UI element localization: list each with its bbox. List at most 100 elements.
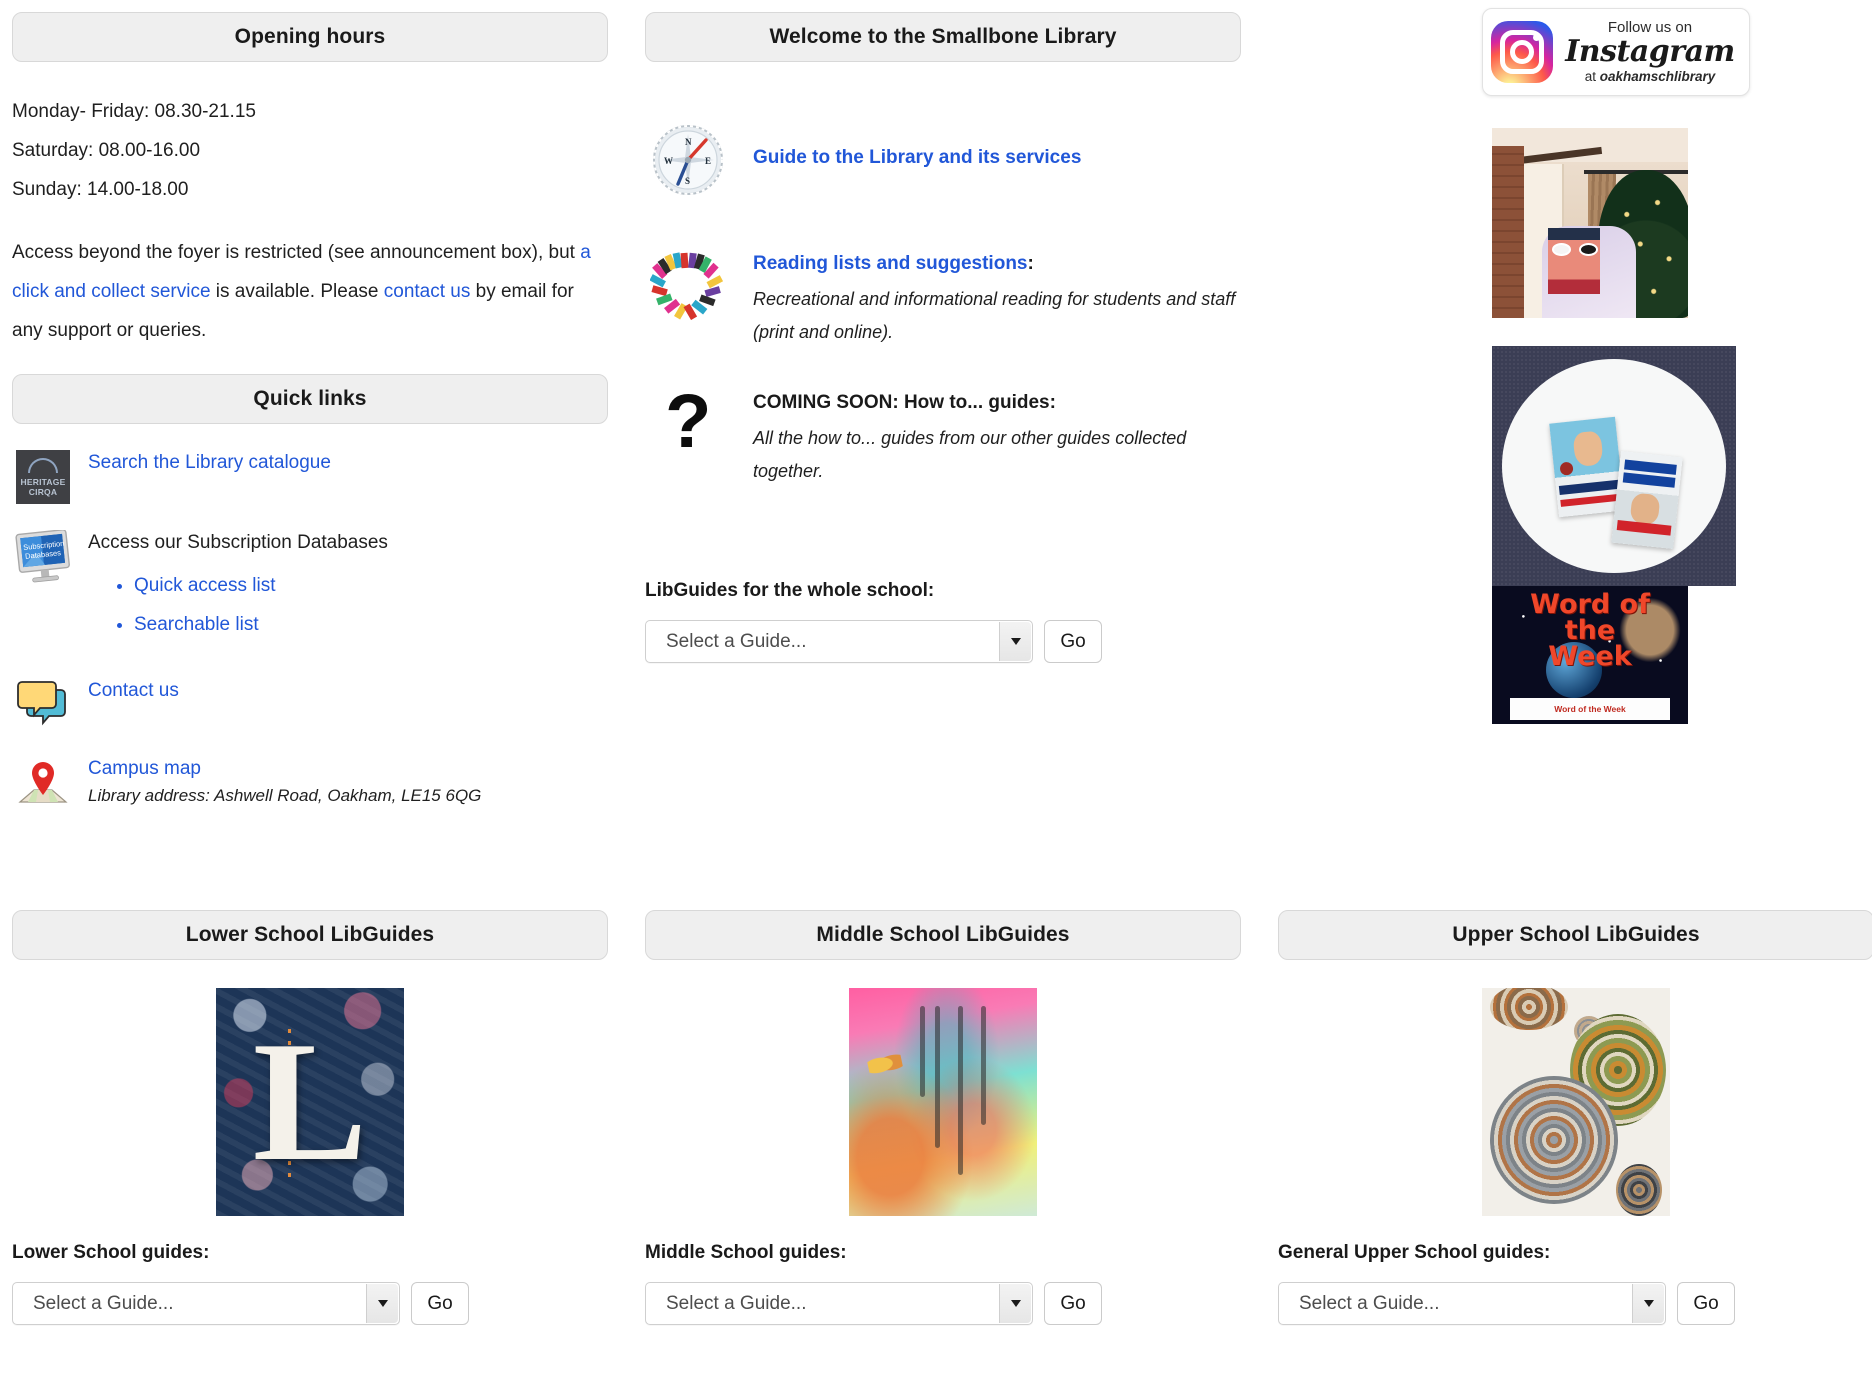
hours-line: Monday- Friday: 08.30-21.15: [12, 101, 256, 122]
svg-text:?: ?: [665, 385, 711, 464]
whole-school-select-row: Select a Guide... Go: [645, 620, 1241, 663]
how-to-guides-title: COMING SOON: How to... guides:: [753, 392, 1056, 413]
whole-school-select-value: Select a Guide...: [666, 630, 807, 652]
searchable-list-link[interactable]: Searchable list: [134, 614, 259, 635]
svg-text:N: N: [685, 137, 692, 147]
lower-school-artwork: L: [216, 988, 404, 1216]
left-column: Opening hours Monday- Friday: 08.30-21.1…: [12, 0, 608, 808]
quick-link-catalogue-row[interactable]: HERITAGE CIRQA Search the Library catalo…: [12, 450, 608, 504]
search-catalogue-link[interactable]: Search the Library catalogue: [88, 452, 608, 474]
reading-lists-title-text: Reading lists and suggestions: [753, 253, 1028, 274]
hours-line: Sunday: 14.00-18.00: [12, 179, 189, 200]
svg-text:W: W: [664, 156, 673, 166]
middle-school-panel: Middle School LibGuides Middle School gu…: [645, 910, 1241, 1325]
book-heart-icon: [645, 250, 731, 320]
welcome-header: Welcome to the Smallbone Library: [645, 12, 1241, 62]
word-of-the-week-title: Word of the Week: [1530, 589, 1650, 672]
instagram-follow-text: Follow us on: [1607, 19, 1693, 37]
instagram-feed: Word of the Week Word of the Week: [1492, 128, 1872, 724]
quick-links-header: Quick links: [12, 374, 608, 424]
instagram-handle: at oakhamschlibrary: [1563, 70, 1737, 84]
upper-school-go-button[interactable]: Go: [1677, 1282, 1735, 1325]
contact-us-inline-link[interactable]: contact us: [384, 281, 471, 302]
access-text-part2: is available. Please: [210, 281, 384, 302]
chevron-down-icon[interactable]: [366, 1284, 398, 1323]
heritage-cirqa-icon: HERITAGE CIRQA: [12, 450, 74, 504]
svg-text:S: S: [685, 176, 690, 186]
middle-school-artwork: [849, 988, 1037, 1216]
svg-text:E: E: [705, 156, 711, 166]
map-pin-icon: [12, 756, 74, 808]
databases-label: Access our Subscription Databases: [88, 532, 388, 553]
question-mark-icon: ?: [645, 385, 731, 471]
how-to-guides-description: All the how to... guides from our other …: [753, 428, 1187, 481]
databases-sublist: Quick access list Searchable list: [88, 566, 608, 644]
instagram-feed-photo-2[interactable]: [1492, 346, 1736, 586]
lower-school-panel: Lower School LibGuides L Lower School gu…: [12, 910, 608, 1325]
reading-lists-title[interactable]: Reading lists and suggestions:: [753, 250, 1241, 278]
quick-link-contact-row[interactable]: Contact us: [12, 678, 608, 726]
heritage-logo-line2: CIRQA: [28, 486, 58, 497]
instagram-handle-prefix: at: [1584, 69, 1600, 85]
access-notice: Access beyond the foyer is restricted (s…: [12, 233, 608, 350]
subscription-databases-icon: Subscription Databases: [12, 530, 74, 586]
library-homepage: Opening hours Monday- Friday: 08.30-21.1…: [0, 0, 1872, 1382]
instagram-follow-badge[interactable]: Follow us on Instagram at oakhamschlibra…: [1482, 8, 1750, 96]
welcome-title: Welcome to the Smallbone Library: [769, 25, 1117, 48]
quick-link-databases-row: Subscription Databases Access our Subscr…: [12, 530, 608, 644]
reading-lists-colon: :: [1027, 253, 1034, 274]
whole-school-go-button[interactable]: Go: [1044, 620, 1102, 663]
speech-bubble-icon: [12, 678, 74, 726]
instagram-icon: [1491, 21, 1553, 83]
lower-school-art-letter: L: [252, 1007, 368, 1197]
upper-school-title: Upper School LibGuides: [1452, 923, 1700, 946]
feature-how-to-guides: ? COMING SOON: How to... guides: All the…: [645, 385, 1241, 488]
lower-school-guide-select[interactable]: Select a Guide...: [12, 1282, 400, 1325]
middle-column: Welcome to the Smallbone Library N S E W…: [645, 0, 1241, 663]
middle-school-select-label: Middle School guides:: [645, 1242, 847, 1263]
right-column: Follow us on Instagram at oakhamschlibra…: [1278, 0, 1872, 724]
chevron-down-icon[interactable]: [999, 622, 1031, 661]
instagram-feed-photo-1[interactable]: [1492, 128, 1688, 318]
middle-school-select-row: Select a Guide... Go: [645, 1282, 1241, 1325]
lower-school-header: Lower School LibGuides: [12, 910, 608, 960]
contact-us-link[interactable]: Contact us: [88, 680, 608, 702]
upper-school-select-value: Select a Guide...: [1299, 1292, 1440, 1314]
word-of-the-week-caption: Word of the Week: [1510, 698, 1670, 720]
instagram-handle-name: oakhamschlibrary: [1599, 69, 1716, 85]
library-address: Library address: Ashwell Road, Oakham, L…: [88, 786, 482, 805]
quick-access-list-link[interactable]: Quick access list: [134, 575, 275, 596]
middle-school-header: Middle School LibGuides: [645, 910, 1241, 960]
feature-reading-lists[interactable]: Reading lists and suggestions: Recreatio…: [645, 250, 1241, 349]
upper-school-guide-select[interactable]: Select a Guide...: [1278, 1282, 1666, 1325]
access-text-part1: Access beyond the foyer is restricted (s…: [12, 242, 581, 263]
instagram-brand-text: Instagram: [1565, 34, 1735, 70]
lower-school-go-button[interactable]: Go: [411, 1282, 469, 1325]
opening-hours-list: Monday- Friday: 08.30-21.15 Saturday: 08…: [12, 92, 608, 209]
instagram-feed-photo-3[interactable]: Word of the Week Word of the Week: [1492, 586, 1688, 724]
library-guide-title[interactable]: Guide to the Library and its services: [753, 144, 1241, 172]
middle-school-select-value: Select a Guide...: [666, 1292, 807, 1314]
chevron-down-icon[interactable]: [1632, 1284, 1664, 1323]
opening-hours-header: Opening hours: [12, 12, 608, 62]
whole-school-guide-select[interactable]: Select a Guide...: [645, 620, 1033, 663]
opening-hours-title: Opening hours: [234, 25, 386, 48]
list-item[interactable]: Quick access list: [134, 566, 608, 605]
middle-school-title: Middle School LibGuides: [816, 923, 1070, 946]
heritage-logo-line1: HERITAGE: [20, 476, 66, 487]
quick-link-campus-map-row[interactable]: Campus map Library address: Ashwell Road…: [12, 756, 608, 808]
lower-school-select-value: Select a Guide...: [33, 1292, 174, 1314]
upper-school-header: Upper School LibGuides: [1278, 910, 1872, 960]
quick-links-title: Quick links: [253, 387, 367, 410]
middle-school-go-button[interactable]: Go: [1044, 1282, 1102, 1325]
feature-library-guide[interactable]: N S E W Guide to the Library and its ser…: [645, 124, 1241, 196]
upper-school-artwork: [1482, 988, 1670, 1216]
lower-school-select-row: Select a Guide... Go: [12, 1282, 608, 1325]
upper-school-select-row: Select a Guide... Go: [1278, 1282, 1872, 1325]
upper-school-panel: Upper School LibGuides General Upper Sch…: [1278, 910, 1872, 1325]
middle-school-guide-select[interactable]: Select a Guide...: [645, 1282, 1033, 1325]
chevron-down-icon[interactable]: [999, 1284, 1031, 1323]
list-item[interactable]: Searchable list: [134, 605, 608, 644]
campus-map-link[interactable]: Campus map: [88, 758, 608, 780]
lower-school-select-label: Lower School guides:: [12, 1242, 210, 1263]
